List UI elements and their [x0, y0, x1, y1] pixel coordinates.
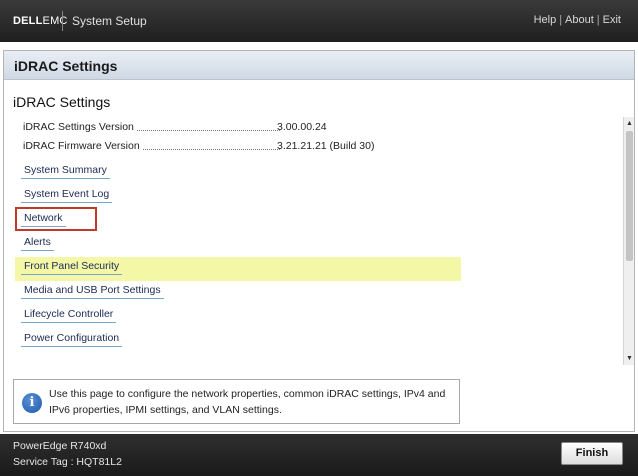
settings-version-value: 3.00.00.24: [277, 121, 327, 133]
firmware-version-value: 3.21.21.21 (Build 30): [277, 140, 375, 152]
link-separator: |: [559, 14, 563, 26]
bottom-bar: PowerEdge R740xd Service Tag : HQT81L2 F…: [0, 434, 638, 476]
service-tag: Service Tag : HQT81L2: [13, 456, 122, 468]
system-model: PowerEdge R740xd: [13, 440, 107, 452]
firmware-version-label: iDRAC Firmware Version: [23, 140, 143, 152]
settings-version-row: iDRAC Settings Version 3.00.00.24: [23, 121, 443, 135]
exit-link[interactable]: Exit: [603, 14, 621, 26]
firmware-version-row: iDRAC Firmware Version 3.21.21.21 (Build…: [23, 140, 443, 154]
section-title: iDRAC Settings: [13, 94, 111, 110]
link-separator: |: [596, 14, 600, 26]
header-divider: [62, 11, 63, 31]
brand-emc: EMC: [42, 15, 68, 27]
finish-button[interactable]: Finish: [561, 442, 623, 465]
help-box: i Use this page to configure the network…: [13, 379, 460, 424]
menu-front-panel-security[interactable]: Front Panel Security: [21, 260, 123, 275]
settings-content: iDRAC Settings Version 3.00.00.24 iDRAC …: [4, 117, 634, 365]
page-title: iDRAC Settings: [14, 58, 118, 74]
settings-version-label: iDRAC Settings Version: [23, 121, 137, 133]
menu-power-configuration[interactable]: Power Configuration: [21, 332, 123, 347]
selected-item-outline: [15, 207, 97, 231]
about-link[interactable]: About: [565, 14, 594, 26]
menu-system-summary[interactable]: System Summary: [21, 164, 110, 179]
scroll-up-arrow-icon[interactable]: ▲: [625, 119, 634, 128]
scroll-down-arrow-icon[interactable]: ▼: [625, 354, 634, 363]
dell-emc-logo: DELLEMC: [13, 15, 68, 27]
menu-system-event-log[interactable]: System Event Log: [21, 188, 113, 203]
app-title: System Setup: [72, 14, 147, 28]
menu-lifecycle-controller[interactable]: Lifecycle Controller: [21, 308, 117, 323]
menu-media-usb-port-settings[interactable]: Media and USB Port Settings: [21, 284, 164, 299]
content-scrollbar[interactable]: ▲ ▼: [623, 117, 634, 365]
top-bar: DELLEMC System Setup Help | About | Exit: [0, 0, 638, 42]
info-icon: i: [22, 393, 42, 413]
help-text: Use this page to configure the network p…: [49, 388, 446, 416]
settings-panel: iDRAC Settings iDRAC Settings iDRAC Sett…: [3, 50, 635, 432]
scroll-thumb[interactable]: [626, 131, 633, 261]
panel-header: iDRAC Settings: [4, 51, 634, 80]
help-link[interactable]: Help: [534, 14, 557, 26]
header-links: Help | About | Exit: [534, 14, 621, 26]
brand-dell: DELL: [13, 15, 43, 27]
menu-alerts[interactable]: Alerts: [21, 236, 54, 251]
